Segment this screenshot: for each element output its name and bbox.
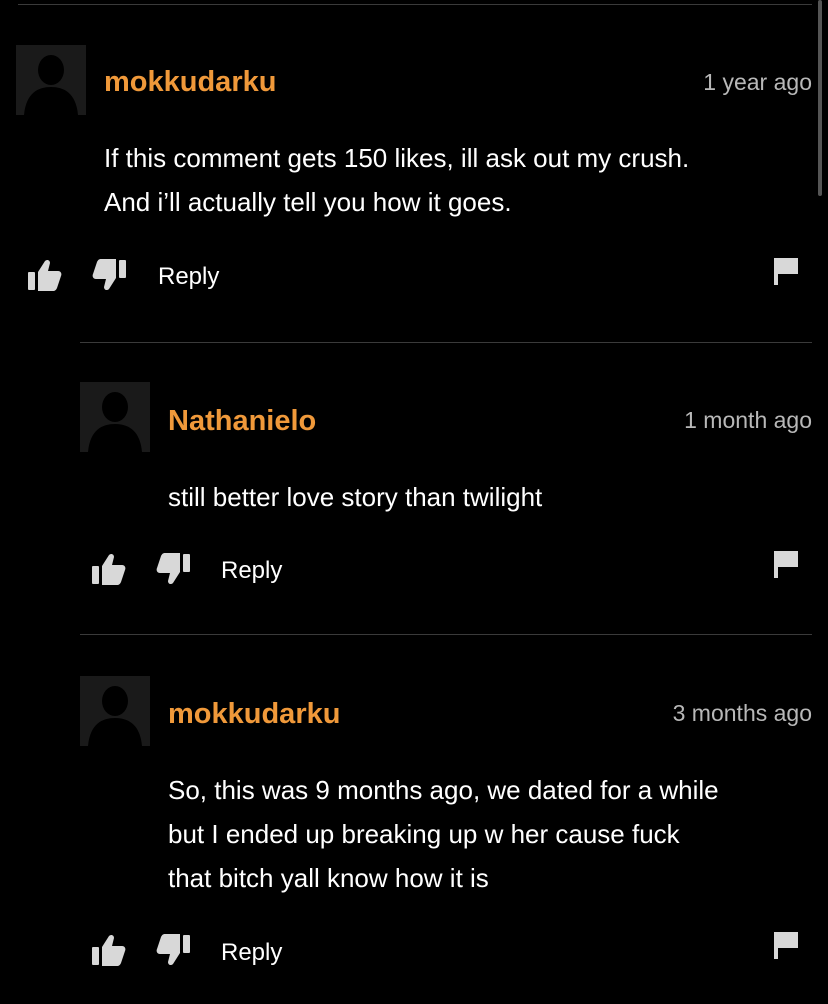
thumbs-up-icon[interactable] [90, 552, 126, 586]
comment-line: If this comment gets 150 likes, ill ask … [104, 143, 690, 173]
comment-text: So, this was 9 months ago, we dated for … [168, 768, 719, 900]
flag-icon[interactable] [772, 549, 800, 579]
username[interactable]: Nathanielo [168, 405, 316, 438]
avatar[interactable] [16, 45, 86, 115]
comment-line: that bitch yall know how it is [168, 863, 489, 893]
thumbs-down-icon[interactable] [156, 552, 192, 586]
divider [80, 342, 812, 343]
divider [80, 634, 812, 635]
timestamp: 1 month ago [684, 407, 812, 433]
default-user-avatar-icon [80, 382, 150, 452]
reply-button[interactable]: Reply [158, 263, 219, 291]
reply-button[interactable]: Reply [221, 939, 282, 967]
default-user-avatar-icon [16, 45, 86, 115]
comment-line: So, this was 9 months ago, we dated for … [168, 775, 719, 805]
default-user-avatar-icon [80, 676, 150, 746]
comment-line: And i’ll actually tell you how it goes. [104, 187, 512, 217]
scrollbar[interactable] [818, 0, 822, 196]
avatar[interactable] [80, 382, 150, 452]
comment-text: If this comment gets 150 likes, ill ask … [104, 136, 689, 224]
thumbs-up-icon[interactable] [90, 933, 126, 967]
timestamp: 1 year ago [703, 69, 812, 95]
thumbs-up-icon[interactable] [26, 258, 62, 292]
reply-button[interactable]: Reply [221, 557, 282, 585]
username[interactable]: mokkudarku [104, 66, 276, 99]
avatar[interactable] [80, 676, 150, 746]
comment-line: but I ended up breaking up w her cause f… [168, 819, 680, 849]
comment-text: still better love story than twilight [168, 475, 542, 519]
comments-page: mokkudarku 1 year ago If this comment ge… [0, 0, 828, 1004]
username[interactable]: mokkudarku [168, 698, 340, 731]
thumbs-down-icon[interactable] [156, 933, 192, 967]
timestamp: 3 months ago [672, 700, 812, 726]
flag-icon[interactable] [772, 930, 800, 960]
top-divider [18, 4, 812, 5]
comment-line: still better love story than twilight [168, 482, 543, 512]
thumbs-down-icon[interactable] [92, 258, 128, 292]
flag-icon[interactable] [772, 256, 800, 286]
